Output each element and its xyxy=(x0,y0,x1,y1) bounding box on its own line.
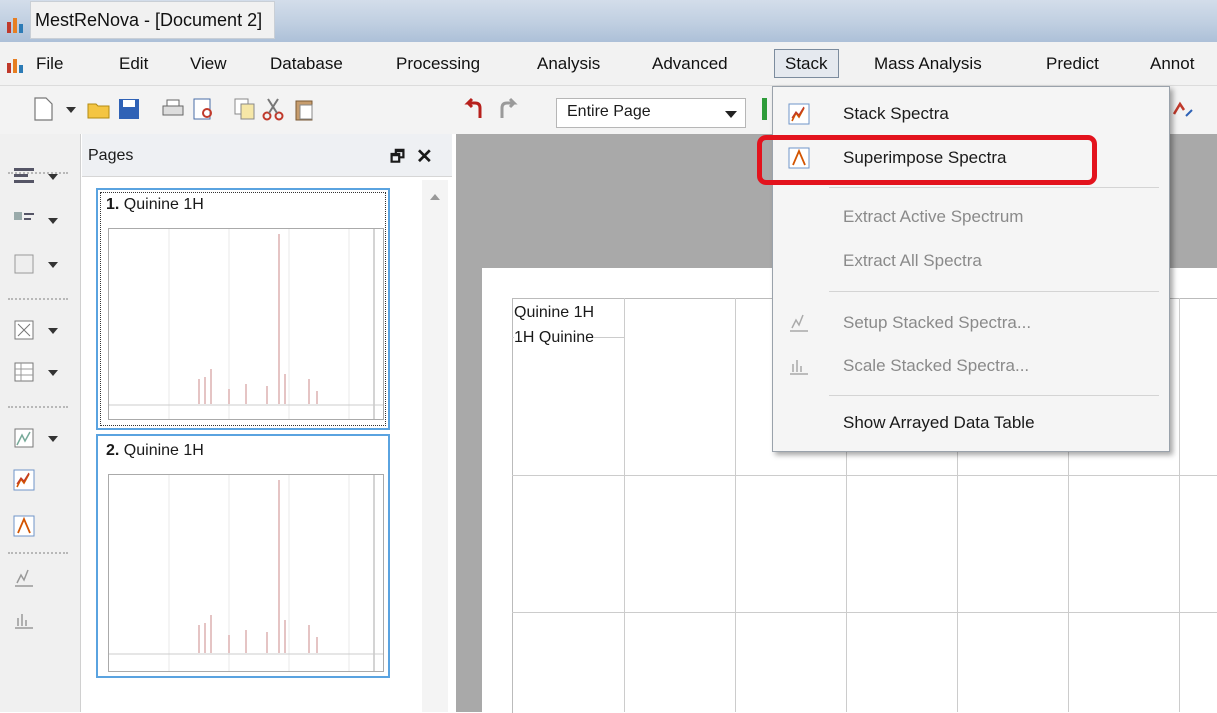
menu-processing[interactable]: Processing xyxy=(396,50,480,77)
menu-advanced[interactable]: Advanced xyxy=(652,50,728,77)
grid-view-icon[interactable] xyxy=(12,252,36,276)
thumbnail-spectrum-plot xyxy=(108,474,384,672)
layout-list-icon[interactable] xyxy=(12,208,36,232)
pages-scrollbar[interactable] xyxy=(422,180,448,712)
chevron-down-icon[interactable] xyxy=(48,174,58,180)
toolbar-grip[interactable] xyxy=(8,552,68,555)
menu-separator xyxy=(829,187,1159,188)
toolbar-grip[interactable] xyxy=(8,298,68,301)
new-document-dropdown-icon[interactable] xyxy=(66,107,76,113)
menu-file[interactable]: File xyxy=(36,50,63,77)
chevron-down-icon[interactable] xyxy=(48,436,58,442)
thumbnail-spectrum-plot xyxy=(108,228,384,420)
grid-line xyxy=(512,475,1217,476)
page-thumbnail-label: 2. Quinine 1H xyxy=(106,442,204,459)
superimpose-spectra-icon[interactable] xyxy=(12,514,36,538)
spectrum-label: 1H Quinine xyxy=(514,329,595,347)
menu-separator xyxy=(829,395,1159,396)
spectrum-tool-icon[interactable] xyxy=(12,426,36,450)
scroll-up-icon[interactable] xyxy=(430,194,440,200)
menu-item-scale-stacked-spectra[interactable]: Scale Stacked Spectra... xyxy=(773,349,1169,383)
menu-separator xyxy=(829,291,1159,292)
menu-mass-analysis[interactable]: Mass Analysis xyxy=(874,50,982,77)
paste-icon[interactable] xyxy=(292,96,318,122)
stack-spectra-icon xyxy=(788,103,810,125)
menu-annotation[interactable]: Annot xyxy=(1150,50,1194,77)
list-align-icon[interactable] xyxy=(12,164,36,188)
window-title: MestReNova - [Document 2] xyxy=(30,1,276,39)
left-toolbar xyxy=(0,134,81,712)
spectrum-label: Quinine 1H xyxy=(514,304,595,322)
mestrenova-app-icon xyxy=(7,18,23,33)
page-thumbnail-1[interactable]: 1. Quinine 1H xyxy=(96,188,390,430)
save-icon[interactable] xyxy=(116,96,142,122)
cut-icon[interactable] xyxy=(260,96,286,122)
menu-edit[interactable]: Edit xyxy=(119,50,148,77)
setup-stacked-icon[interactable] xyxy=(12,566,36,590)
open-folder-icon[interactable] xyxy=(86,96,112,122)
chevron-down-icon xyxy=(725,111,737,118)
table-tool-icon[interactable] xyxy=(12,360,36,384)
scale-stacked-icon[interactable] xyxy=(12,608,36,632)
grid-line xyxy=(735,298,736,712)
toolbar-grip[interactable] xyxy=(8,406,68,409)
chevron-down-icon[interactable] xyxy=(48,370,58,376)
close-icon[interactable]: ✕ xyxy=(416,144,433,169)
setup-stacked-icon xyxy=(790,314,808,332)
menu-bar: File Edit View Database Processing Analy… xyxy=(0,42,1217,86)
menu-item-setup-stacked-spectra[interactable]: Setup Stacked Spectra... xyxy=(773,306,1169,340)
mestrenova-app-icon[interactable] xyxy=(6,56,28,74)
title-bar: MestReNova - [Document 2] xyxy=(0,0,1217,42)
menu-item-show-arrayed-data-table[interactable]: Show Arrayed Data Table xyxy=(773,406,1169,440)
menu-analysis[interactable]: Analysis xyxy=(537,50,600,77)
pages-panel-title: Pages xyxy=(88,147,134,164)
undo-icon[interactable] xyxy=(462,96,488,122)
grid-line xyxy=(1179,298,1180,712)
zoom-select-value: Entire Page xyxy=(567,103,651,120)
grid-line xyxy=(624,298,625,712)
copy-icon[interactable] xyxy=(232,96,258,122)
select-tool-icon[interactable] xyxy=(12,318,36,342)
menu-database[interactable]: Database xyxy=(270,50,343,77)
menu-view[interactable]: View xyxy=(190,50,227,77)
print-icon[interactable] xyxy=(160,96,186,122)
chevron-down-icon[interactable] xyxy=(48,218,58,224)
stack-spectra-icon[interactable] xyxy=(12,468,36,492)
chevron-down-icon[interactable] xyxy=(48,262,58,268)
page-thumbnail-2[interactable]: 2. Quinine 1H xyxy=(96,434,390,678)
menu-predict[interactable]: Predict xyxy=(1046,50,1099,77)
grid-line xyxy=(512,612,1217,613)
scale-stacked-icon xyxy=(790,360,808,375)
redo-icon[interactable] xyxy=(494,96,520,122)
menu-item-extract-active-spectrum[interactable]: Extract Active Spectrum xyxy=(773,200,1169,234)
print-preview-icon[interactable] xyxy=(190,96,216,122)
menu-item-stack-spectra[interactable]: Stack Spectra xyxy=(773,97,1169,131)
float-panel-icon[interactable]: 🗗 xyxy=(390,146,405,173)
menu-stack[interactable]: Stack xyxy=(774,49,839,78)
chevron-down-icon[interactable] xyxy=(48,328,58,334)
new-document-icon[interactable] xyxy=(30,96,56,122)
zoom-select[interactable]: Entire Page xyxy=(556,98,746,128)
toolbar-overflow-icon[interactable] xyxy=(1170,96,1196,122)
highlight-annotation-box xyxy=(757,135,1097,185)
menu-item-extract-all-spectra[interactable]: Extract All Spectra xyxy=(773,244,1169,278)
page-thumbnail-label: 1. Quinine 1H xyxy=(106,196,204,213)
